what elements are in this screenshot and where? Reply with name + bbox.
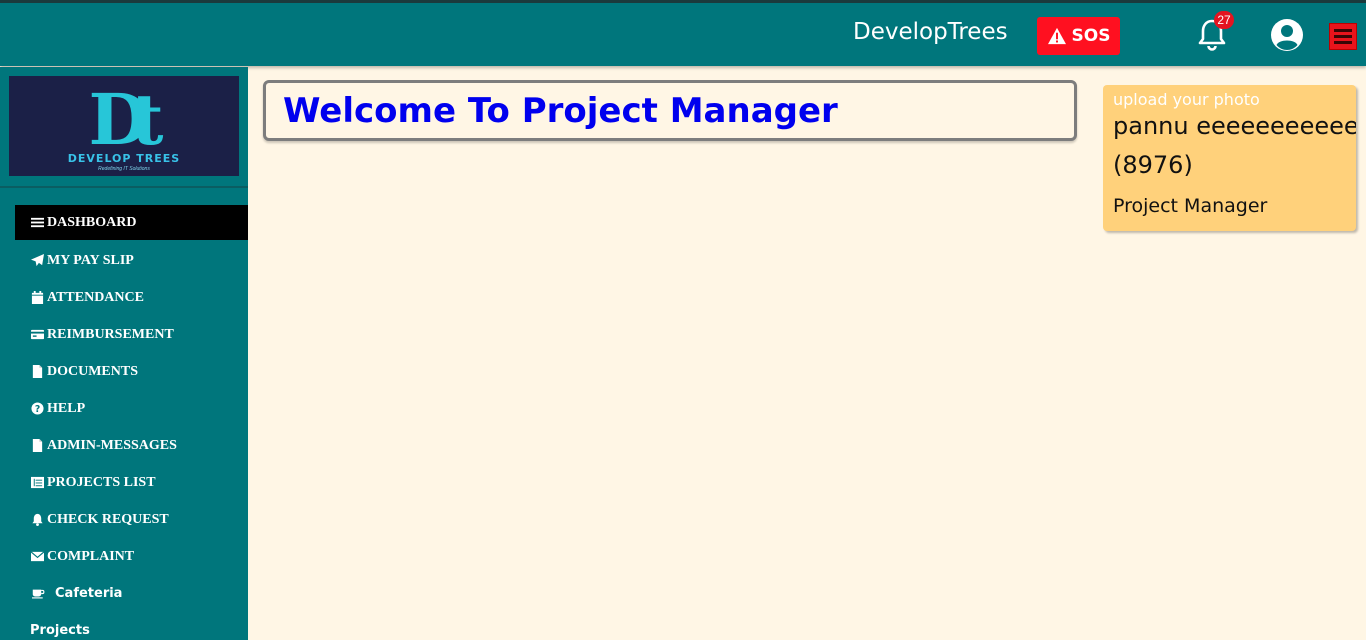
brand-name[interactable]: DevelopTrees (853, 19, 1008, 45)
company-logo[interactable]: Dt DEVELOP TREES Redefining IT Solutions (9, 76, 239, 176)
employee-role: Project Manager (1113, 195, 1268, 217)
top-navbar: DevelopTrees SOS 27 (0, 0, 1366, 66)
user-circle-icon (1271, 19, 1303, 51)
page-title: Welcome To Project Manager (283, 90, 838, 131)
logo-tagline: Redefining IT Solutions (98, 166, 150, 172)
sidebar-item-label: MY PAY SLIP (47, 252, 134, 268)
sidebar-item-label: HELP (47, 400, 86, 416)
sidebar-item-label: REIMBURSEMENT (47, 326, 174, 342)
paper-plane-icon (30, 254, 44, 268)
welcome-banner: Welcome To Project Manager (263, 80, 1077, 141)
sidebar-item-projects[interactable]: Projects (15, 612, 248, 640)
hamburger-menu-button[interactable] (1329, 23, 1357, 50)
sidebar-item-label: Projects (30, 623, 90, 638)
hamburger-line (1334, 41, 1352, 44)
svg-text:?: ? (34, 404, 39, 415)
sidebar-item-cafeteria[interactable]: Cafeteria (15, 575, 248, 612)
notification-count-badge: 27 (1214, 11, 1234, 29)
sos-label: SOS (1071, 26, 1111, 46)
logo-mark: Dt (88, 78, 163, 161)
bell-icon (30, 513, 44, 527)
sidebar-item-projects-list[interactable]: PROJECTS LIST (15, 464, 248, 501)
upload-photo-link[interactable]: upload your photo (1113, 90, 1260, 109)
calendar-icon (30, 291, 44, 305)
file-icon (30, 365, 44, 379)
sidebar-divider (0, 186, 248, 188)
sidebar-item-label: DASHBOARD (47, 214, 137, 230)
sidebar-item-my-pay-slip[interactable]: MY PAY SLIP (15, 242, 248, 279)
sidebar-item-reimbursement[interactable]: REIMBURSEMENT (15, 316, 248, 353)
credit-card-icon (30, 328, 44, 342)
sidebar-item-label: COMPLAINT (47, 548, 135, 564)
sidebar-nav: DASHBOARD MY PAY SLIP ATTENDANCE REIMBUR… (15, 205, 248, 640)
user-profile-button[interactable] (1270, 18, 1304, 52)
sidebar-item-dashboard[interactable]: DASHBOARD (15, 205, 248, 240)
sidebar-item-admin-messages[interactable]: ADMIN-MESSAGES (15, 427, 248, 464)
bars-icon (30, 216, 44, 230)
sos-button[interactable]: SOS (1037, 17, 1120, 55)
sidebar-item-label: PROJECTS LIST (47, 474, 156, 490)
warning-icon (1047, 27, 1066, 45)
sidebar-item-label: ADMIN-MESSAGES (47, 437, 177, 453)
sidebar-item-check-request[interactable]: CHECK REQUEST (15, 501, 248, 538)
file-icon (30, 439, 44, 453)
profile-card: upload your photo pannu eeeeeeeeeeee (89… (1103, 85, 1356, 231)
employee-id: (8976) (1113, 151, 1193, 179)
sidebar: Dt DEVELOP TREES Redefining IT Solutions… (0, 67, 248, 640)
question-circle-icon: ? (30, 402, 44, 416)
sidebar-item-label: DOCUMENTS (47, 363, 139, 379)
sidebar-item-complaint[interactable]: COMPLAINT (15, 538, 248, 575)
sidebar-item-label: Cafeteria (55, 586, 123, 601)
employee-name: pannu eeeeeeeeeeee (1113, 112, 1356, 140)
coffee-icon (30, 587, 47, 601)
sidebar-item-documents[interactable]: DOCUMENTS (15, 353, 248, 390)
sidebar-item-label: ATTENDANCE (47, 289, 144, 305)
sidebar-item-attendance[interactable]: ATTENDANCE (15, 279, 248, 316)
list-icon (30, 476, 44, 490)
logo-text: DEVELOP TREES (67, 152, 181, 165)
hamburger-line (1334, 29, 1352, 32)
envelope-icon (30, 550, 44, 564)
sidebar-item-label: CHECK REQUEST (47, 511, 169, 527)
sidebar-item-help[interactable]: ? HELP (15, 390, 248, 427)
hamburger-line (1334, 35, 1352, 38)
